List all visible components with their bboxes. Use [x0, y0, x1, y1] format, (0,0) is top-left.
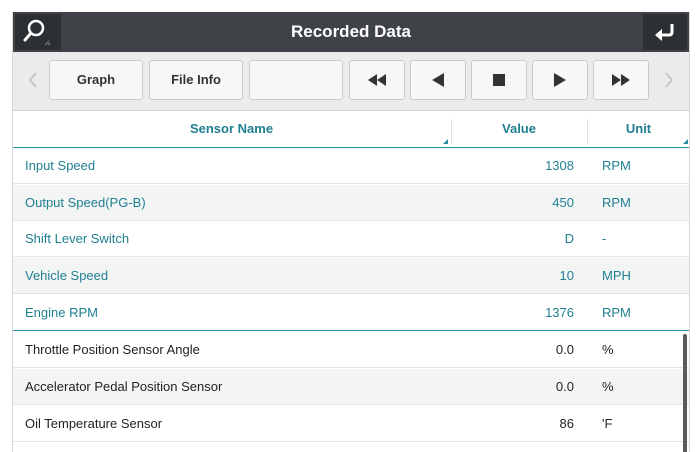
table-row[interactable]: Engine RPM 1376 RPM [13, 295, 689, 331]
resize-grip-icon[interactable] [443, 139, 448, 144]
sensor-value: 450 [552, 195, 574, 210]
playback-toolbar: Graph File Info [13, 52, 689, 111]
back-button[interactable] [643, 14, 687, 50]
sensor-unit: MPH [602, 268, 631, 283]
sensor-name: Shift Lever Switch [25, 231, 130, 246]
sensor-value: 1308 [545, 158, 574, 173]
scrollbar[interactable] [683, 334, 687, 452]
sensor-value: D [564, 231, 574, 246]
title-bar: Recorded Data [13, 12, 689, 52]
window-title: Recorded Data [291, 22, 411, 41]
return-arrow-icon [655, 24, 674, 41]
table-row[interactable]: Input Speed 1308 RPM [13, 148, 689, 184]
sensor-unit: % [602, 342, 614, 357]
table-header: Sensor Name Value Unit [13, 111, 689, 148]
table-row[interactable]: Output Speed(PG-B) 450 RPM [13, 185, 689, 221]
table-row[interactable]: Vehicle Speed 10 MPH [13, 258, 689, 294]
sensor-name: Throttle Position Sensor Angle [25, 342, 200, 357]
stop-button[interactable] [471, 60, 527, 100]
sensor-name: Vehicle Speed [25, 268, 109, 283]
rewind-button[interactable] [349, 60, 405, 100]
sensor-name: Engine RPM [25, 305, 98, 320]
chevron-right-icon[interactable] [659, 60, 679, 100]
stop-icon [493, 74, 505, 86]
step-back-button[interactable] [410, 60, 466, 100]
graph-button[interactable]: Graph [49, 60, 143, 100]
sensor-name: Oil Temperature Sensor [25, 416, 163, 431]
sensor-value: 1376 [545, 305, 574, 320]
sensor-unit: - [602, 231, 607, 246]
sensor-value: 0.0 [555, 379, 574, 394]
sensor-value: 86 [559, 416, 574, 431]
play-icon [554, 73, 566, 87]
table-row[interactable]: Accelerator Pedal Position Sensor 0.0 % [13, 369, 689, 405]
blank-button[interactable] [249, 60, 343, 100]
play-button[interactable] [532, 60, 588, 100]
sensor-value: 0.0 [555, 342, 574, 357]
column-value[interactable]: Value [451, 111, 587, 147]
sensor-value: 10 [559, 268, 574, 283]
play-reverse-icon [432, 73, 444, 87]
fast-forward-icon [612, 74, 630, 86]
fast-forward-button[interactable] [593, 60, 649, 100]
rewind-icon [368, 74, 386, 86]
file-info-button[interactable]: File Info [149, 60, 243, 100]
table-row[interactable]: Shift Lever Switch D - [13, 221, 689, 257]
selection-divider [13, 330, 689, 331]
column-unit[interactable]: Unit [588, 111, 689, 147]
sensor-unit: RPM [602, 305, 631, 320]
sensor-unit: RPM [602, 158, 631, 173]
table-row[interactable]: Throttle Position Sensor Angle 0.0 % [13, 332, 689, 368]
resize-grip-icon[interactable] [683, 139, 688, 144]
table-row[interactable]: Oil Temperature Sensor 86 'F [13, 406, 689, 442]
sensor-unit: 'F [602, 416, 613, 431]
chevron-left-icon[interactable] [23, 60, 43, 100]
sensor-unit: % [602, 379, 614, 394]
recorded-data-window: Recorded Data Graph File Info Sensor Nam… [12, 12, 690, 452]
sensor-name: Output Speed(PG-B) [25, 195, 146, 210]
sensor-unit: RPM [602, 195, 631, 210]
sensor-name: Accelerator Pedal Position Sensor [25, 379, 223, 394]
column-sensor-name[interactable]: Sensor Name [13, 111, 450, 147]
sensor-name: Input Speed [25, 158, 96, 173]
